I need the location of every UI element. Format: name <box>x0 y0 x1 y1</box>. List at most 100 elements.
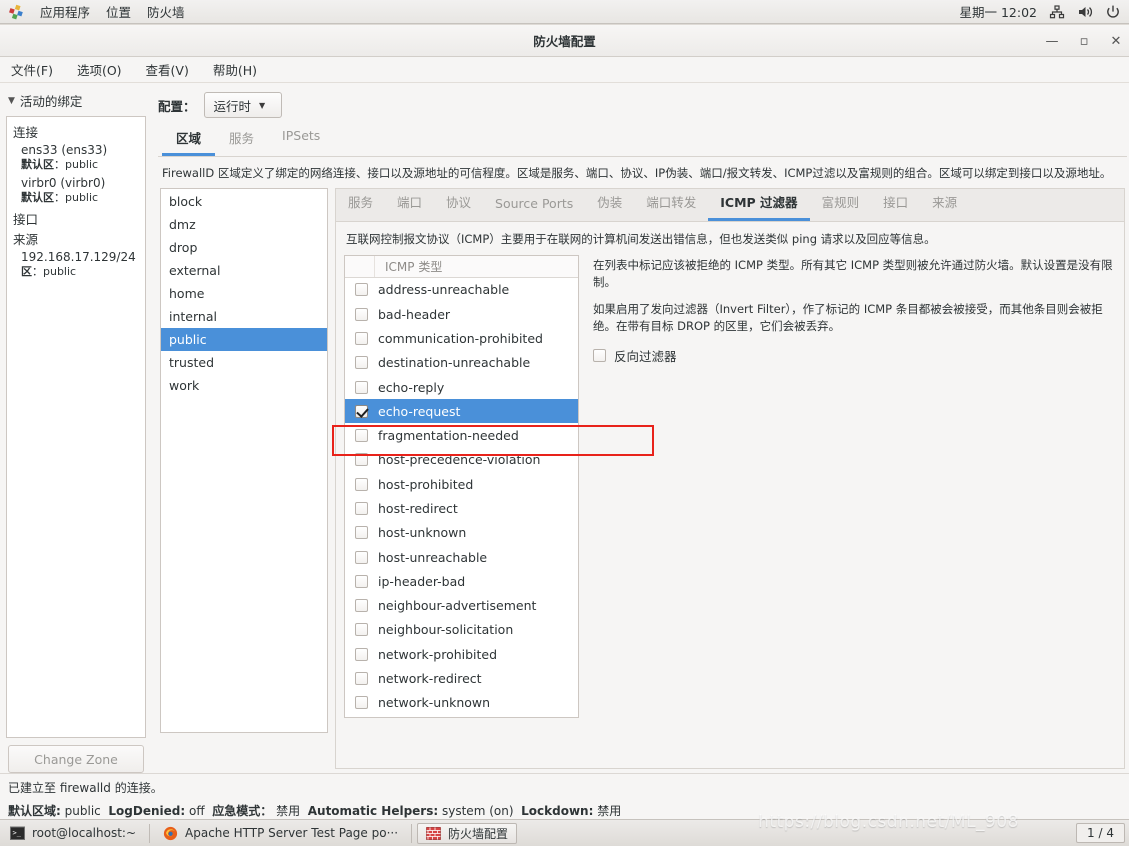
zone-list[interactable]: block dmz drop external home internal pu… <box>160 187 328 733</box>
status-fields: 默认区域: public LogDenied: off 应急模式： 禁用 Aut… <box>8 802 1121 819</box>
icmp-checkbox[interactable] <box>355 453 368 467</box>
zone-detail-tabs: 服务 端口 协议 Source Ports 伪装 端口转发 ICMP 过滤器 富… <box>335 187 1125 222</box>
subtab-icmp-filter[interactable]: ICMP 过滤器 <box>708 184 810 221</box>
bindings-list[interactable]: 连接 ens33 (ens33) 默认区：public virbr0 (virb… <box>6 116 146 738</box>
zone-list-item-trusted[interactable]: trusted <box>161 351 327 374</box>
subtab-sources[interactable]: 来源 <box>920 184 969 221</box>
icmp-type-table[interactable]: ICMP 类型 address-unreachable bad-header c… <box>344 254 579 718</box>
icmp-row-destination-unreachable[interactable]: destination-unreachable <box>345 351 578 375</box>
icmp-row-network-unknown[interactable]: network-unknown <box>345 691 578 715</box>
icmp-row-network-prohibited[interactable]: network-prohibited <box>345 642 578 666</box>
taskbar-item-firefox[interactable]: Apache HTTP Server Test Page po··· <box>155 823 406 844</box>
binding-item[interactable]: ens33 (ens33) 默认区：public <box>21 143 139 172</box>
icmp-row-echo-reply[interactable]: echo-reply <box>345 375 578 399</box>
invert-filter-row[interactable]: 反向过滤器 <box>593 346 1114 365</box>
icmp-checkbox[interactable] <box>355 477 368 491</box>
subtab-masquerading[interactable]: 伪装 <box>585 184 634 221</box>
zone-list-item-drop[interactable]: drop <box>161 236 327 259</box>
tab-zones[interactable]: 区域 <box>162 121 216 156</box>
subtab-rich-rules[interactable]: 富规则 <box>810 184 872 221</box>
icmp-checkbox[interactable] <box>355 404 368 418</box>
subtab-protocols[interactable]: 协议 <box>434 184 483 221</box>
zone-list-item-public[interactable]: public <box>161 327 327 351</box>
active-bindings-header[interactable]: ▼ 活动的绑定 <box>6 89 146 116</box>
icmp-row-echo-request[interactable]: echo-request <box>345 399 578 424</box>
icmp-checkbox[interactable] <box>355 623 368 637</box>
icmp-checkbox[interactable] <box>355 599 368 613</box>
main-pane: 配置： 运行时 ▼ 区域 服务 IPSets FirewallD 区域定义了绑定… <box>150 83 1129 773</box>
menu-help[interactable]: 帮助(H) <box>210 58 260 81</box>
panel-clock[interactable]: 星期一 12:02 <box>960 2 1038 21</box>
icmp-row-host-precedence-violation[interactable]: host-precedence-violation <box>345 448 578 472</box>
status-panic-mode-label: 应急模式： <box>212 804 273 818</box>
subtab-port-forwarding[interactable]: 端口转发 <box>634 184 708 221</box>
taskbar-item-terminal[interactable]: >_ root@localhost:~ <box>2 823 144 844</box>
icmp-row-host-unreachable[interactable]: host-unreachable <box>345 545 578 569</box>
icmp-row-bad-header[interactable]: bad-header <box>345 302 578 326</box>
invert-filter-label: 反向过滤器 <box>614 348 677 364</box>
icmp-checkbox[interactable] <box>355 283 368 297</box>
icmp-checkbox[interactable] <box>355 526 368 540</box>
icmp-row-ip-header-bad[interactable]: ip-header-bad <box>345 569 578 593</box>
icmp-checkbox[interactable] <box>355 429 368 443</box>
network-icon[interactable] <box>1049 4 1065 20</box>
menubar: 文件(F) 选项(O) 查看(V) 帮助(H) <box>0 57 1129 83</box>
workspace-switcher[interactable]: 1 / 4 <box>1076 823 1125 843</box>
menu-options[interactable]: 选项(O) <box>74 58 125 81</box>
icmp-type-label: echo-reply <box>378 379 445 395</box>
screen-root: 应用程序 位置 防火墙 星期一 12:02 防火墙配置 — ▫ ✕ 文件(F) … <box>0 0 1129 846</box>
subtab-interfaces[interactable]: 接口 <box>871 184 920 221</box>
icmp-row-host-prohibited[interactable]: host-prohibited <box>345 472 578 496</box>
zone-list-item-block[interactable]: block <box>161 190 327 213</box>
icmp-checkbox[interactable] <box>355 501 368 515</box>
icmp-checkbox[interactable] <box>355 356 368 370</box>
zone-list-item-internal[interactable]: internal <box>161 305 327 328</box>
subtab-services[interactable]: 服务 <box>336 184 385 221</box>
taskbar-item-firewall-config[interactable]: 防火墙配置 <box>417 822 518 844</box>
icmp-checkbox[interactable] <box>355 550 368 564</box>
icmp-type-label: communication-prohibited <box>378 330 543 346</box>
status-automatic-helpers-value: system (on) <box>442 804 514 818</box>
icmp-type-label: host-unreachable <box>378 549 488 565</box>
icmp-checkbox[interactable] <box>355 331 368 345</box>
icmp-checkbox[interactable] <box>355 647 368 661</box>
maximize-icon[interactable]: ▫ <box>1077 34 1091 49</box>
icmp-row-host-unknown[interactable]: host-unknown <box>345 521 578 545</box>
menu-view[interactable]: 查看(V) <box>143 58 192 81</box>
binding-sub-label: 默认区 <box>21 158 54 171</box>
icmp-row-network-redirect[interactable]: network-redirect <box>345 666 578 690</box>
minimize-icon[interactable]: — <box>1045 34 1059 49</box>
icmp-checkbox[interactable] <box>355 574 368 588</box>
close-icon[interactable]: ✕ <box>1109 34 1123 49</box>
zone-list-item-external[interactable]: external <box>161 259 327 282</box>
icmp-row-neighbour-advertisement[interactable]: neighbour-advertisement <box>345 594 578 618</box>
change-zone-button[interactable]: Change Zone <box>8 745 144 773</box>
icmp-row-fragmentation-needed[interactable]: fragmentation-needed <box>345 423 578 447</box>
icmp-row-communication-prohibited[interactable]: communication-prohibited <box>345 326 578 350</box>
icmp-checkbox[interactable] <box>355 672 368 686</box>
invert-filter-checkbox[interactable] <box>593 348 606 362</box>
icmp-row-address-unreachable[interactable]: address-unreachable <box>345 278 578 302</box>
menu-file[interactable]: 文件(F) <box>8 58 56 81</box>
icmp-checkbox[interactable] <box>355 380 368 394</box>
zone-list-item-work[interactable]: work <box>161 374 327 397</box>
icmp-row-host-redirect[interactable]: host-redirect <box>345 496 578 520</box>
tab-services[interactable]: 服务 <box>215 121 268 156</box>
zone-list-item-dmz[interactable]: dmz <box>161 213 327 236</box>
panel-menu-firewall[interactable]: 防火墙 <box>147 2 185 21</box>
volume-icon[interactable] <box>1077 4 1093 20</box>
subtab-source-ports[interactable]: Source Ports <box>483 188 585 221</box>
icmp-row-neighbour-solicitation[interactable]: neighbour-solicitation <box>345 618 578 642</box>
power-icon[interactable] <box>1105 4 1121 20</box>
icmp-row-partial[interactable] <box>345 715 578 717</box>
zone-list-item-home[interactable]: home <box>161 282 327 305</box>
tab-ipsets[interactable]: IPSets <box>268 121 334 156</box>
subtab-ports[interactable]: 端口 <box>385 184 434 221</box>
icmp-checkbox[interactable] <box>355 307 368 321</box>
binding-item[interactable]: virbr0 (virbr0) 默认区：public <box>21 176 139 205</box>
configuration-select[interactable]: 运行时 ▼ <box>203 92 282 118</box>
panel-menu-places[interactable]: 位置 <box>106 2 131 21</box>
binding-item[interactable]: 192.168.17.129/24 区：public <box>21 250 139 279</box>
icmp-checkbox[interactable] <box>355 696 368 710</box>
panel-menu-applications[interactable]: 应用程序 <box>40 2 90 21</box>
